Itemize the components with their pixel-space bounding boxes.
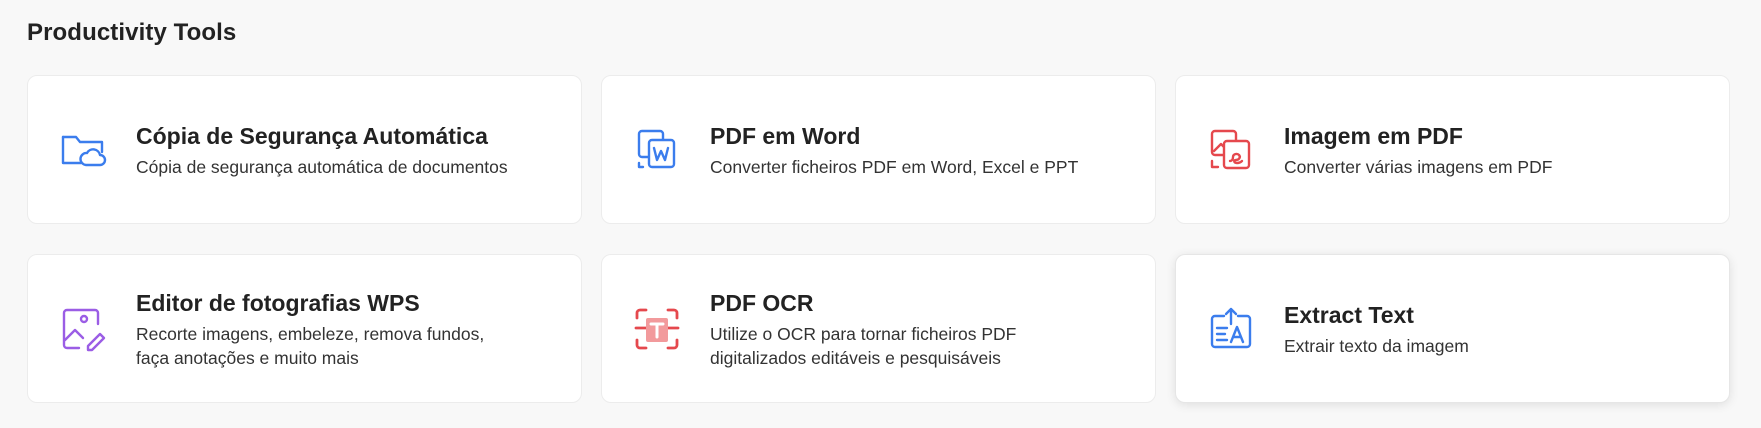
- tool-description: Extrair texto da imagem: [1284, 335, 1469, 356]
- tool-title: Cópia de Segurança Automática: [136, 122, 488, 149]
- tool-text: Imagem em PDF Converter várias imagens e…: [1284, 121, 1709, 179]
- tool-title: Imagem em PDF: [1284, 122, 1463, 149]
- pdf-to-word-icon: [632, 125, 682, 175]
- photo-editor-icon: [58, 304, 108, 354]
- tool-text: Editor de fotografias WPS Recorte imagen…: [136, 288, 561, 370]
- tool-card-extract-text[interactable]: Extract Text Extrair texto da imagem: [1175, 254, 1730, 403]
- tool-card-pdf-ocr[interactable]: PDF OCR Utilize o OCR para tornar fichei…: [601, 254, 1156, 403]
- tool-description: Utilize o OCR para tornar ficheiros PDF …: [710, 323, 1017, 368]
- tool-title: PDF em Word: [710, 122, 861, 149]
- extract-text-icon: [1206, 304, 1256, 354]
- tool-title: Extract Text: [1284, 301, 1414, 328]
- tool-card-pdf-to-word[interactable]: PDF em Word Converter ficheiros PDF em W…: [601, 75, 1156, 224]
- tool-title: Editor de fotografias WPS: [136, 289, 420, 316]
- tool-description: Recorte imagens, embeleze, remova fundos…: [136, 323, 485, 368]
- pdf-ocr-icon: [632, 304, 682, 354]
- tool-text: Extract Text Extrair texto da imagem: [1284, 300, 1709, 358]
- tool-card-auto-backup[interactable]: Cópia de Segurança Automática Cópia de s…: [27, 75, 582, 224]
- tool-description: Converter ficheiros PDF em Word, Excel e…: [710, 156, 1079, 177]
- tool-card-photo-editor[interactable]: Editor de fotografias WPS Recorte imagen…: [27, 254, 582, 403]
- tool-description: Converter várias imagens em PDF: [1284, 156, 1553, 177]
- tool-card-image-to-pdf[interactable]: Imagem em PDF Converter várias imagens e…: [1175, 75, 1730, 224]
- tools-grid: Cópia de Segurança Automática Cópia de s…: [27, 75, 1730, 403]
- section-title: Productivity Tools: [27, 19, 237, 46]
- productivity-tools-page: Productivity Tools Cópia de Segurança Au…: [0, 0, 1761, 428]
- tool-title: PDF OCR: [710, 289, 814, 316]
- tool-text: PDF em Word Converter ficheiros PDF em W…: [710, 121, 1135, 179]
- tool-description: Cópia de segurança automática de documen…: [136, 156, 508, 177]
- tool-text: PDF OCR Utilize o OCR para tornar fichei…: [710, 288, 1135, 370]
- image-to-pdf-icon: [1206, 125, 1256, 175]
- cloud-folder-icon: [58, 125, 108, 175]
- tool-text: Cópia de Segurança Automática Cópia de s…: [136, 121, 561, 179]
